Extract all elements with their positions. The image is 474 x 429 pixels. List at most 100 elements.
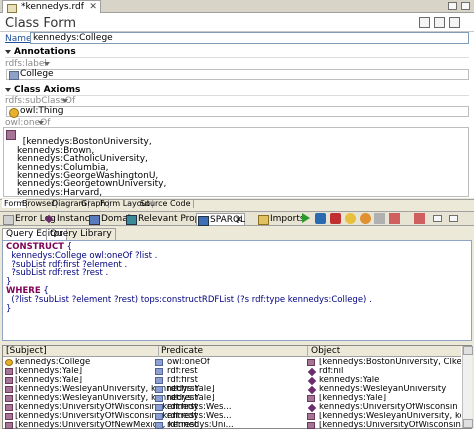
literal-icon <box>9 71 19 80</box>
name-field[interactable]: kennedys:College <box>30 32 469 44</box>
object-cell: rdf:nil <box>319 367 344 376</box>
subject-cell: [kennedys:UniversityOfWisconsin, kennedy… <box>15 412 232 421</box>
predicate-cell: rdf:rest <box>167 421 198 429</box>
predicate-cell: rdf:rest <box>167 394 198 403</box>
sparql-query-editor[interactable]: CONSTRUCT { kennedys:College owl:oneOf ?… <box>2 240 472 341</box>
instances-icon <box>44 214 54 224</box>
execute-icon[interactable] <box>315 213 326 224</box>
maximize-icon[interactable] <box>461 2 470 10</box>
list-icon <box>5 386 13 393</box>
column-header-predicate[interactable]: Predicate <box>161 346 203 357</box>
infer-icon[interactable] <box>345 213 356 224</box>
list-icon <box>307 359 315 366</box>
label-value-row[interactable]: College <box>6 69 469 80</box>
list-icon <box>307 413 315 420</box>
table-row[interactable]: [kennedys:UniversityOfNewMexico, kennedy… <box>3 421 461 429</box>
property-icon <box>155 386 163 393</box>
table-row[interactable]: [kennedys:UniversityOfWisconsin, kennedy… <box>3 403 461 412</box>
star-icon[interactable] <box>360 213 371 224</box>
subclassof-value: owl:Thing <box>20 106 64 116</box>
predicate-cell: rdf:first <box>167 385 198 394</box>
tab-imports[interactable]: Imports <box>257 213 308 225</box>
class-axioms-section-header[interactable]: Class Axioms <box>5 85 80 95</box>
tab-sparql[interactable]: SPARQL ✕ <box>196 213 245 226</box>
object-cell: kennedys:UniversityOfWisconsin <box>319 403 458 412</box>
object-cell: [kennedys:BostonUniversity, Clkennedys:B… <box>319 358 461 367</box>
minimize-icon[interactable] <box>448 2 457 10</box>
sparql-icon <box>198 216 209 226</box>
clear-icon[interactable] <box>389 213 400 224</box>
column-header-subject[interactable]: [Subject] <box>6 346 47 357</box>
dropdown-arrow-icon[interactable] <box>62 99 68 103</box>
annotations-section-header[interactable]: Annotations <box>5 47 76 57</box>
scroll-up-icon[interactable] <box>463 346 473 355</box>
column-divider[interactable] <box>307 346 308 357</box>
property-icon <box>155 359 163 366</box>
subject-cell: [kennedys:Yale] <box>15 367 83 376</box>
results-scrollbar[interactable] <box>462 346 473 428</box>
editor-tab-kennedys[interactable]: *kennedys.rdf ✕ <box>2 0 101 13</box>
instance-icon <box>307 403 317 412</box>
close-icon[interactable]: ✕ <box>89 1 97 13</box>
list-icon <box>6 130 16 140</box>
dropdown-arrow-icon[interactable] <box>44 62 50 66</box>
run-icon[interactable] <box>302 213 310 223</box>
oneof-list-box[interactable]: [kennedys:BostonUniversity, kennedys:Bro… <box>3 127 469 197</box>
error-log-icon <box>3 215 14 225</box>
add-widget-icon[interactable] <box>419 17 430 28</box>
instance-icon <box>307 385 317 394</box>
list-icon <box>307 395 315 402</box>
results-header: [Subject] Predicate Object <box>3 346 461 357</box>
predicate-cell: rdf:first <box>167 403 198 412</box>
list-icon <box>5 413 13 420</box>
subject-cell: [kennedys:UniversityOfWisconsin, kennedy… <box>15 403 232 412</box>
settings-icon[interactable] <box>449 17 460 28</box>
scroll-down-icon[interactable] <box>463 419 473 428</box>
delete-icon[interactable] <box>414 213 425 224</box>
object-cell: kennedys:WesleyanUniversity <box>319 385 447 394</box>
subject-cell: [kennedys:Yale] <box>15 376 83 385</box>
column-header-object[interactable]: Object <box>311 346 340 357</box>
table-row[interactable]: [kennedys:WesleyanUniversity, kennedys:Y… <box>3 394 461 403</box>
property-icon <box>155 413 163 420</box>
list-icon <box>5 377 13 384</box>
close-icon[interactable]: ✕ <box>235 214 242 226</box>
oneof-values: [kennedys:BostonUniversity, kennedys:Bro… <box>17 137 167 197</box>
predicate-cell: rdf:rest <box>167 412 198 421</box>
rdfs-label-property: rdfs:label <box>5 59 47 69</box>
table-row[interactable]: [kennedys:UniversityOfWisconsin, kennedy… <box>3 412 461 421</box>
export-icon[interactable] <box>374 213 385 224</box>
predicate-cell: owl:oneOf <box>167 358 210 367</box>
subject-cell: [kennedys:UniversityOfNewMexico, kennedy… <box>15 421 234 429</box>
imports-icon <box>258 215 269 225</box>
list-icon <box>5 404 13 411</box>
expand-icon <box>5 49 11 54</box>
column-divider[interactable] <box>158 346 159 357</box>
property-icon <box>155 377 163 384</box>
property-icon <box>155 368 163 375</box>
tab-label: Imports <box>270 214 305 224</box>
dropdown-arrow-icon[interactable] <box>38 121 44 125</box>
stop-icon[interactable] <box>330 213 341 224</box>
label-value: College <box>20 69 54 79</box>
class-axioms-label: Class Axioms <box>14 85 81 95</box>
minimize-icon[interactable] <box>433 215 442 222</box>
layout-icon[interactable] <box>434 17 445 28</box>
tab-source-code[interactable]: Source Code <box>138 199 194 208</box>
list-icon <box>5 368 13 375</box>
object-cell: [kennedys:WesleyanUniversity, kennedys:Y… <box>319 412 461 421</box>
tab-query-library[interactable]: Query Library <box>46 228 116 240</box>
table-row[interactable]: kennedys:College owl:oneOf [kennedys:Bos… <box>3 358 461 367</box>
list-icon <box>307 422 315 429</box>
rdf-file-icon <box>7 4 17 13</box>
maximize-icon[interactable] <box>449 215 458 222</box>
table-row[interactable]: [kennedys:Yale] rdf:first kennedys:Yale <box>3 376 461 385</box>
class-icon <box>9 108 19 118</box>
property-icon <box>155 422 163 429</box>
form-title: Class Form <box>5 16 77 31</box>
table-row[interactable]: [kennedys:Yale] rdf:rest rdf:nil <box>3 367 461 376</box>
subclassof-value-row[interactable]: owl:Thing <box>6 106 469 118</box>
list-icon <box>5 422 13 429</box>
table-row[interactable]: [kennedys:WesleyanUniversity, kennedys:Y… <box>3 385 461 394</box>
subject-cell: kennedys:College <box>15 358 91 367</box>
